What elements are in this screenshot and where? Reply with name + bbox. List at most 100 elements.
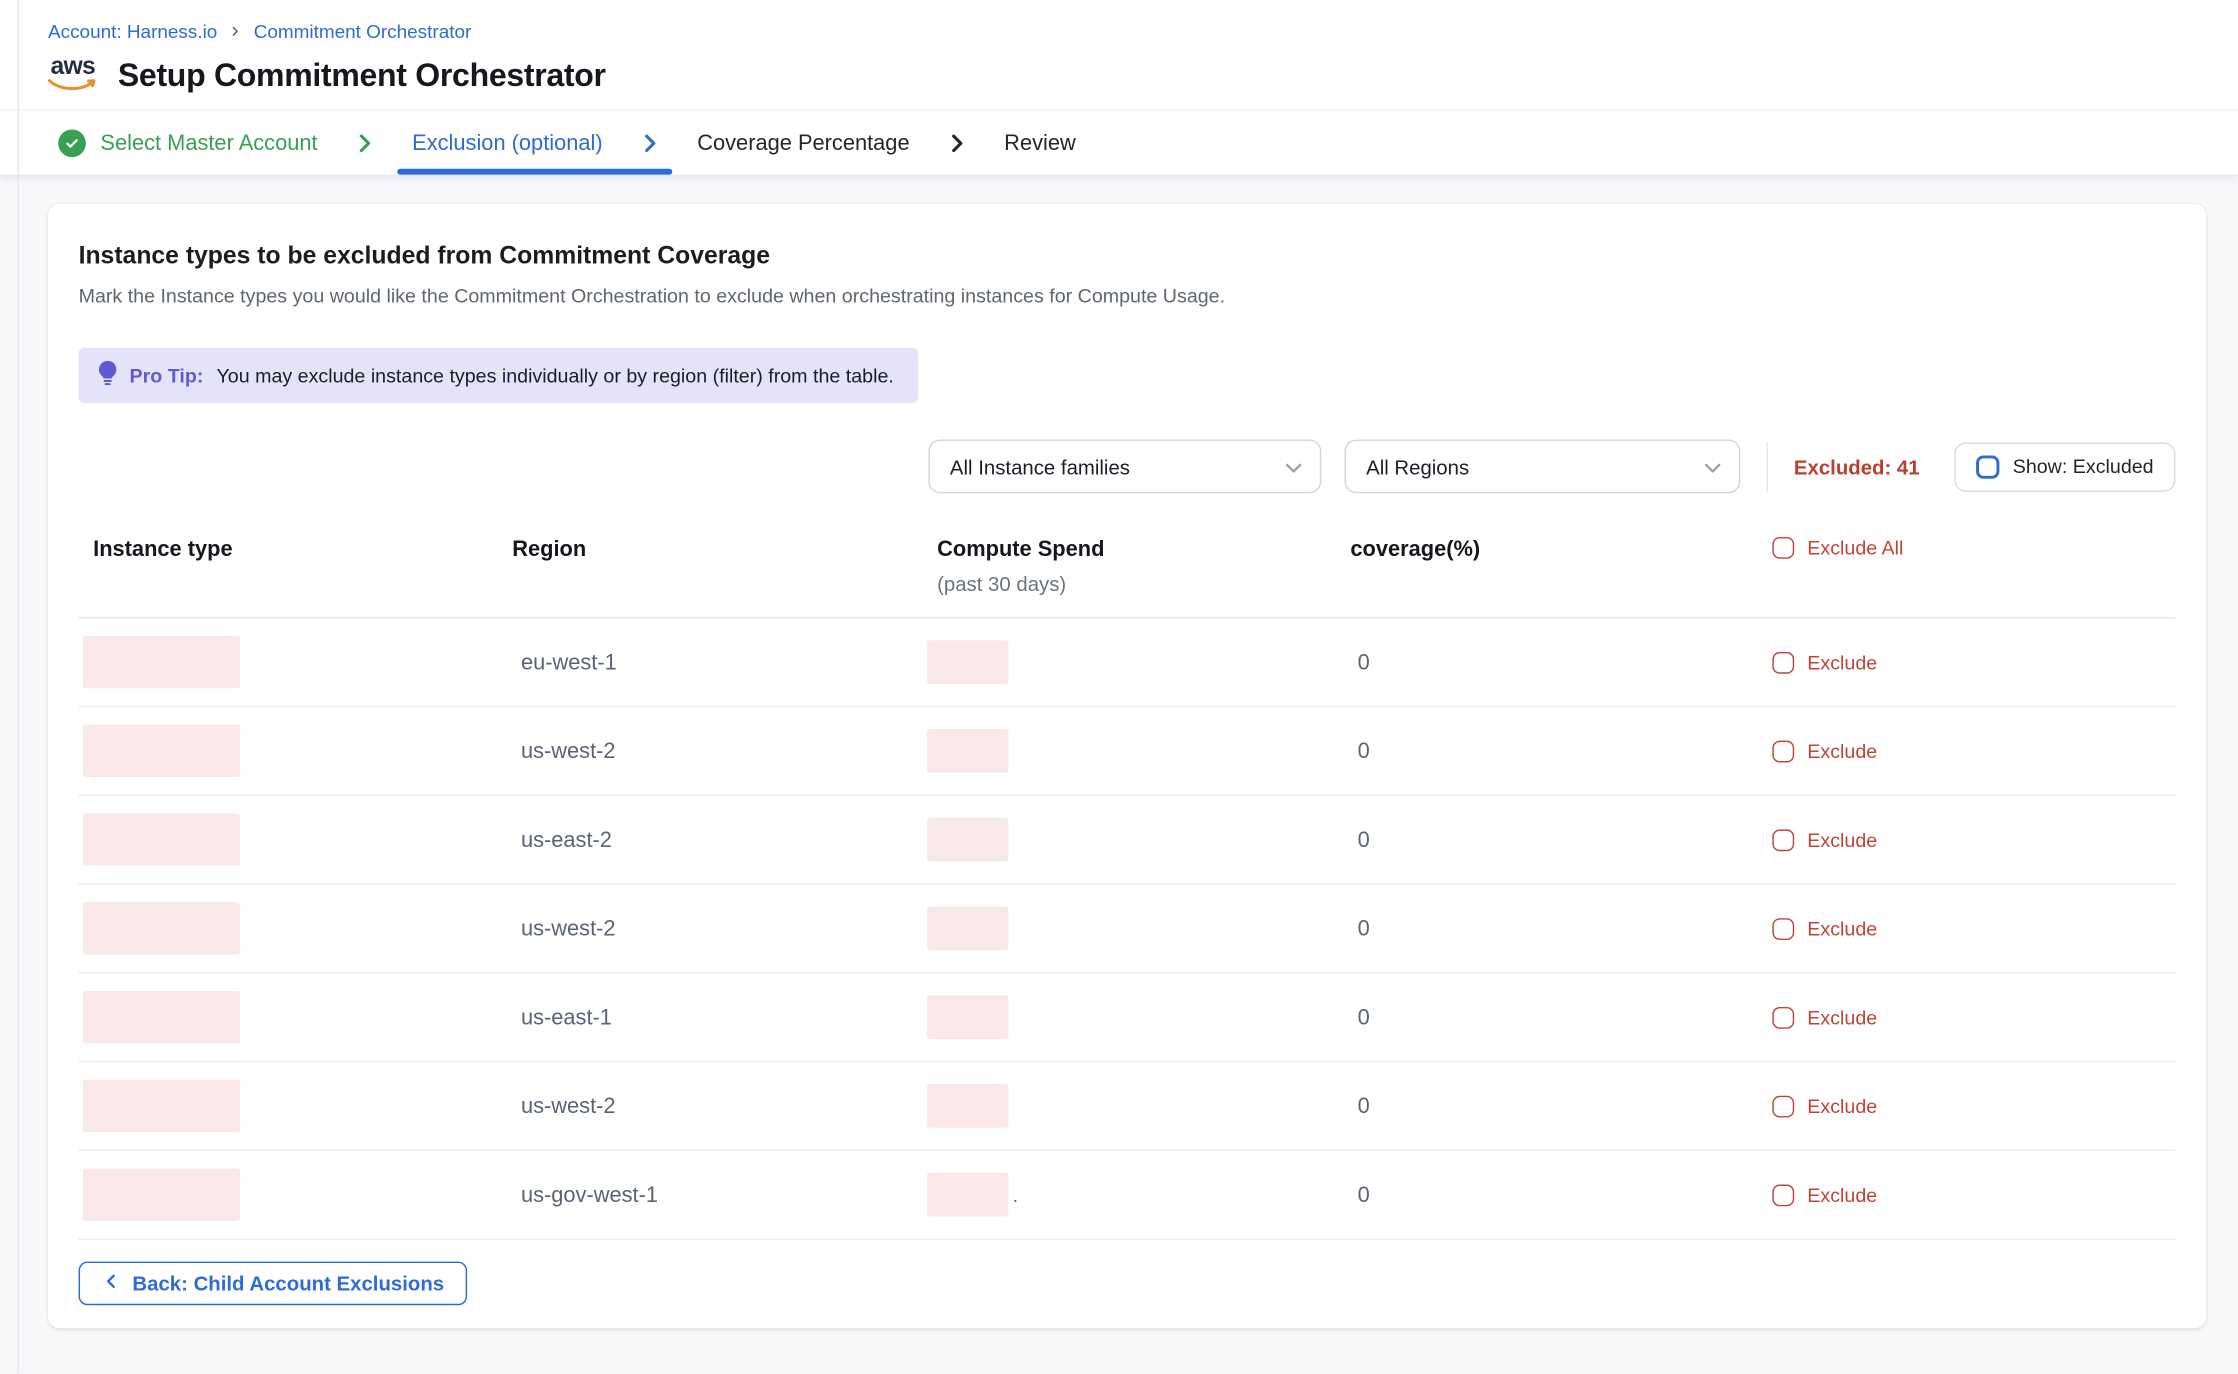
exclude-label: Exclude <box>1807 740 1877 762</box>
step-coverage-percentage[interactable]: Coverage Percentage <box>697 111 909 175</box>
chevron-right-icon <box>229 25 242 38</box>
coverage-cell: 0 <box>1350 650 1772 675</box>
instance-type-cell <box>79 1168 513 1220</box>
table-row: eu-west-1 0 Exclude <box>79 618 2176 707</box>
redacted-compute-spend <box>927 640 1008 684</box>
show-excluded-checkbox[interactable] <box>1976 455 1999 478</box>
instance-type-cell <box>79 991 513 1043</box>
top-bar: Account: Harness.io Commitment Orchestra… <box>0 0 2238 109</box>
redacted-compute-spend <box>927 818 1008 862</box>
compute-spend-cell <box>927 995 1350 1039</box>
compute-spend-cell <box>927 729 1350 773</box>
chevron-right-icon <box>638 130 663 155</box>
redacted-compute-spend <box>927 729 1008 773</box>
step-select-master-account[interactable]: Select Master Account <box>58 111 317 175</box>
exclude-all-checkbox[interactable] <box>1772 537 1794 559</box>
redacted-instance-type <box>83 902 240 954</box>
step-review[interactable]: Review <box>1004 111 1076 175</box>
back-button-label: Back: Child Account Exclusions <box>132 1272 444 1295</box>
redacted-compute-spend <box>927 1173 1008 1217</box>
instance-type-cell <box>79 725 513 777</box>
exclude-label: Exclude <box>1807 917 1877 939</box>
panel-subheading: Mark the Instance types you would like t… <box>79 285 2176 307</box>
col-compute-spend: Compute Spend (past 30 days) <box>927 537 1350 595</box>
col-compute-spend-sub: (past 30 days) <box>937 572 1350 595</box>
step-label: Review <box>1004 130 1076 155</box>
redacted-compute-spend <box>927 995 1008 1039</box>
col-region: Region <box>512 537 927 562</box>
exclude-checkbox[interactable] <box>1772 1184 1794 1206</box>
breadcrumb: Account: Harness.io Commitment Orchestra… <box>48 20 2238 42</box>
exclude-checkbox[interactable] <box>1772 829 1794 851</box>
exclude-cell: Exclude <box>1772 917 2175 939</box>
coverage-cell: 0 <box>1350 1182 1772 1207</box>
region-cell: us-west-2 <box>512 1094 927 1119</box>
spend-suffix: . <box>1013 1184 1018 1206</box>
region-cell: us-east-1 <box>512 1005 927 1030</box>
exclude-checkbox[interactable] <box>1772 1095 1794 1117</box>
back-button[interactable]: Back: Child Account Exclusions <box>79 1262 468 1306</box>
exclude-label: Exclude <box>1807 651 1877 673</box>
exclude-checkbox[interactable] <box>1772 1006 1794 1028</box>
table-header: Instance type Region Compute Spend (past… <box>79 537 2176 618</box>
coverage-cell: 0 <box>1350 1094 1772 1119</box>
redacted-instance-type <box>83 1080 240 1132</box>
table-row: us-west-2 0 Exclude <box>79 707 2176 796</box>
instance-type-cell <box>79 636 513 688</box>
coverage-cell: 0 <box>1350 827 1772 852</box>
compute-spend-cell: . <box>927 1173 1350 1217</box>
redacted-instance-type <box>83 636 240 688</box>
chevron-right-icon <box>353 130 378 155</box>
coverage-cell: 0 <box>1350 1005 1772 1030</box>
exclude-checkbox[interactable] <box>1772 917 1794 939</box>
page-title: Setup Commitment Orchestrator <box>118 57 606 95</box>
pro-tip-text: You may exclude instance types individua… <box>216 365 893 387</box>
step-label: Select Master Account <box>100 130 317 155</box>
breadcrumb-page-link[interactable]: Commitment Orchestrator <box>254 20 472 42</box>
region-cell: us-west-2 <box>512 738 927 763</box>
exclude-cell: Exclude <box>1772 740 2175 762</box>
col-instance-type: Instance type <box>79 537 513 562</box>
coverage-cell: 0 <box>1350 738 1772 763</box>
excluded-count: Excluded: 41 <box>1794 455 1920 478</box>
coverage-cell: 0 <box>1350 916 1772 941</box>
step-label: Coverage Percentage <box>697 130 909 155</box>
col-exclude-all: Exclude All <box>1772 537 2175 559</box>
compute-spend-cell <box>927 907 1350 951</box>
exclude-label: Exclude <box>1807 1006 1877 1028</box>
table-row: us-gov-west-1 . 0 Exclude <box>79 1151 2176 1240</box>
region-cell: us-gov-west-1 <box>512 1182 927 1207</box>
check-circle-icon <box>58 129 86 157</box>
col-coverage: coverage(%) <box>1350 537 1772 562</box>
breadcrumb-account-link[interactable]: Account: Harness.io <box>48 20 217 42</box>
region-cell: us-east-2 <box>512 827 927 852</box>
exclude-cell: Exclude <box>1772 829 2175 851</box>
filter-row: All Instance families All Regions Exclud… <box>79 439 2176 493</box>
chevron-down-icon <box>1704 455 1721 478</box>
instance-type-cell <box>79 902 513 954</box>
region-cell: us-west-2 <box>512 916 927 941</box>
redacted-compute-spend <box>927 907 1008 951</box>
show-excluded-label: Show: Excluded <box>2013 455 2154 477</box>
exclude-cell: Exclude <box>1772 1006 2175 1028</box>
instance-families-value: All Instance families <box>950 455 1130 478</box>
exclude-checkbox[interactable] <box>1772 740 1794 762</box>
exclude-cell: Exclude <box>1772 1095 2175 1117</box>
show-excluded-toggle[interactable]: Show: Excluded <box>1955 442 2176 491</box>
redacted-instance-type <box>83 725 240 777</box>
redacted-instance-type <box>83 813 240 865</box>
exclude-label: Exclude <box>1807 829 1877 851</box>
table-row: us-east-1 0 Exclude <box>79 973 2176 1062</box>
step-label: Exclusion (optional) <box>412 130 602 155</box>
instance-families-select[interactable]: All Instance families <box>928 439 1321 493</box>
instance-type-cell <box>79 1080 513 1132</box>
filter-divider <box>1766 442 1767 491</box>
exclude-checkbox[interactable] <box>1772 651 1794 673</box>
instance-exclusion-table: Instance type Region Compute Spend (past… <box>79 537 2176 1240</box>
step-exclusion[interactable]: Exclusion (optional) <box>412 111 602 175</box>
table-row: us-east-2 0 Exclude <box>79 796 2176 885</box>
exclude-all-label: Exclude All <box>1807 537 1903 559</box>
chevron-down-icon <box>1285 455 1302 478</box>
exclude-label: Exclude <box>1807 1184 1877 1206</box>
regions-select[interactable]: All Regions <box>1344 439 1740 493</box>
